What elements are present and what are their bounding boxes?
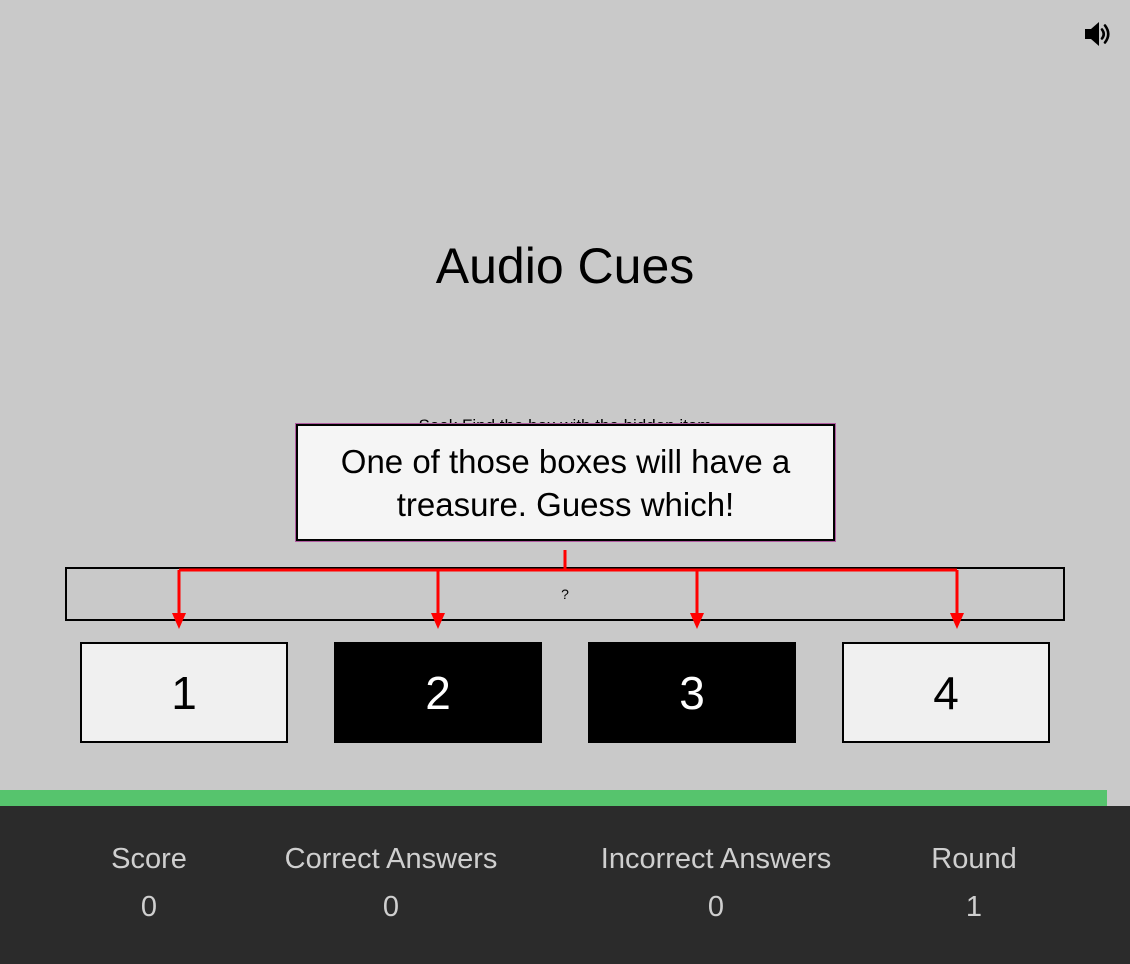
- box-label: 1: [171, 666, 197, 719]
- score-value: 0: [140, 891, 158, 923]
- speaker-volume-icon: [1085, 22, 1110, 46]
- score-stat: Score 0: [111, 841, 187, 925]
- round-value: 1: [965, 891, 983, 923]
- tooltip-text: One of those boxes will have a treasure.…: [340, 442, 791, 523]
- round-label: Round: [931, 843, 1017, 875]
- box-1[interactable]: 1: [80, 642, 288, 743]
- box-label: 2: [425, 666, 451, 719]
- box-label: 3: [679, 666, 705, 719]
- incorrect-answers-value: 0: [707, 891, 725, 923]
- incorrect-answers-stat: Incorrect Answers 0: [601, 841, 831, 925]
- hint-bar: ?: [65, 567, 1065, 621]
- game-title: Audio Cues: [435, 238, 695, 294]
- box-2[interactable]: 2: [334, 642, 542, 743]
- box-label: 4: [933, 666, 959, 719]
- correct-answers-label: Correct Answers: [284, 843, 498, 875]
- progress-bar: [0, 790, 1130, 806]
- box-3[interactable]: 3: [588, 642, 796, 743]
- score-label: Score: [111, 843, 187, 875]
- hint-text: ?: [561, 586, 569, 602]
- round-stat: Round 1: [931, 841, 1016, 925]
- tutorial-tooltip: One of those boxes will have a treasure.…: [296, 424, 835, 541]
- correct-answers-stat: Correct Answers 0: [285, 841, 498, 925]
- incorrect-answers-label: Incorrect Answers: [600, 843, 832, 875]
- progress-fill: [0, 790, 1108, 806]
- box-4[interactable]: 4: [842, 642, 1050, 743]
- correct-answers-value: 0: [382, 891, 400, 923]
- stats-footer: Score 0 Correct Answers 0 Incorrect Answ…: [0, 806, 1130, 964]
- sound-toggle-button[interactable]: [1078, 15, 1116, 53]
